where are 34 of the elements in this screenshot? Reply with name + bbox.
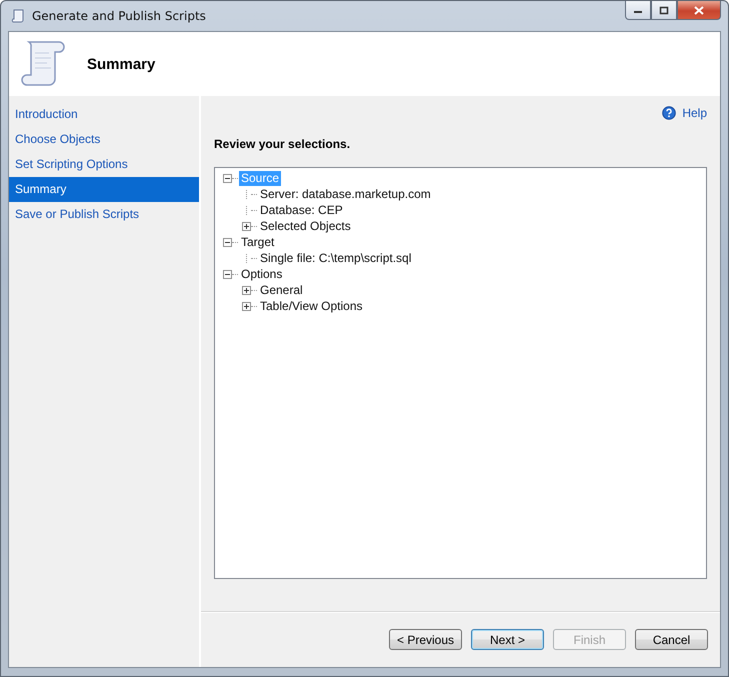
collapse-icon[interactable] xyxy=(223,270,232,278)
page-title: Summary xyxy=(87,56,156,72)
sidebar-item[interactable]: Introduction xyxy=(9,102,199,127)
maximize-button[interactable] xyxy=(651,1,677,20)
minimize-button[interactable] xyxy=(625,1,651,20)
sidebar-item[interactable]: Summary xyxy=(9,177,199,202)
tree-item[interactable]: Server: database.marketup.com xyxy=(258,186,433,202)
scroll-icon xyxy=(19,39,65,89)
tree-item[interactable]: Single file: C:\temp\script.sql xyxy=(258,250,414,266)
help-link[interactable]: Help xyxy=(682,106,707,120)
collapse-icon[interactable] xyxy=(223,174,232,182)
maximize-icon xyxy=(659,6,669,14)
help-icon[interactable] xyxy=(662,106,676,120)
tree-item[interactable]: Options xyxy=(239,266,284,282)
expand-icon[interactable] xyxy=(242,286,251,294)
tree-item[interactable]: Selected Objects xyxy=(258,218,353,234)
close-button[interactable] xyxy=(677,1,721,20)
window-title: Generate and Publish Scripts xyxy=(32,9,207,23)
scroll-icon xyxy=(10,8,26,24)
dialog-button[interactable]: Next > xyxy=(471,629,544,650)
instruction-text: Review your selections. xyxy=(214,137,352,153)
dialog-button[interactable]: Cancel xyxy=(635,629,708,650)
tree-item[interactable]: Table/View Options xyxy=(258,298,365,314)
expand-icon[interactable] xyxy=(242,222,251,230)
collapse-icon[interactable] xyxy=(223,238,232,246)
sidebar-item[interactable]: Save or Publish Scripts xyxy=(9,202,199,227)
tree-item[interactable]: Database: CEP xyxy=(258,202,345,218)
expand-icon[interactable] xyxy=(242,302,251,310)
tree-item[interactable]: Target xyxy=(239,234,276,250)
sidebar-item[interactable]: Set Scripting Options xyxy=(9,152,199,177)
tree-item[interactable]: General xyxy=(258,282,305,298)
dialog-button[interactable]: < Previous xyxy=(389,629,462,650)
sidebar-item[interactable]: Choose Objects xyxy=(9,127,199,152)
close-icon xyxy=(694,6,704,14)
